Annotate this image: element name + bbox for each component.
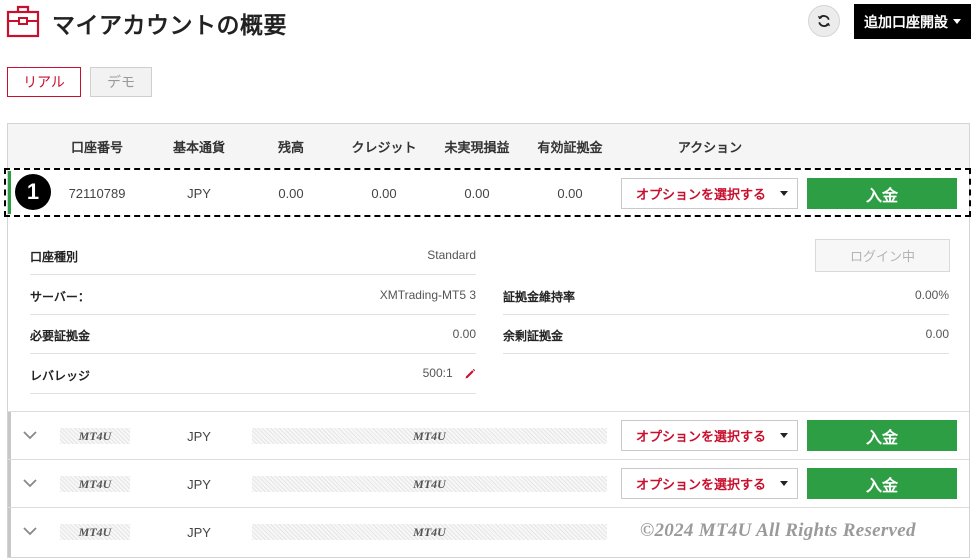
currency: JPY [187,525,211,540]
add-account-label: 追加口座開設 [864,13,948,30]
margin-level-label: 証拠金維持率 [503,290,576,304]
col-credit: クレジット [351,140,417,155]
masked-values: MT4U [252,476,607,492]
leverage-value: 500:1 [422,366,453,380]
col-action: アクション [677,140,743,155]
currency: JPY [187,186,211,201]
currency: JPY [187,477,211,492]
col-equity: 有効証拠金 [537,140,603,155]
page-title: マイアカウントの概要 [52,12,287,38]
divider [30,393,476,394]
col-unrealized-pl: 未実現損益 [444,140,510,155]
caret-down-icon [780,481,788,486]
chevron-down-icon[interactable] [22,427,38,443]
col-account-number: 口座番号 [70,140,124,155]
required-margin-label: 必要証拠金 [30,329,91,343]
caret-down-icon [780,433,788,438]
row-indicator [8,460,11,507]
col-balance: 残高 [277,140,305,155]
caret-down-icon [953,19,961,24]
divider [503,353,949,354]
tab-demo[interactable]: デモ [90,67,152,97]
add-account-button[interactable]: 追加口座開設 [854,4,971,39]
action-select-label: オプションを選択する [636,187,767,202]
divider [30,314,476,315]
caret-down-icon [780,191,788,196]
server-value: XMTrading-MT5 3 [379,288,476,302]
pencil-icon[interactable] [464,368,476,380]
masked-values: MT4U [252,524,607,540]
account-number: 72110789 [68,186,126,201]
chevron-down-icon[interactable] [22,523,38,539]
leverage-label: レバレッジ [30,369,91,383]
masked-account-number: MT4U [60,428,130,444]
deposit-button[interactable]: 入金 [807,420,957,451]
free-margin-label: 余剰証拠金 [503,329,564,343]
row-indicator [8,508,11,557]
credit: 0.00 [371,186,397,201]
balance: 0.00 [278,186,304,201]
masked-account-number: MT4U [60,524,130,540]
divider [30,353,476,354]
account-type-label: 口座種別 [30,250,79,264]
action-select-label: オプションを選択する [636,477,767,492]
divider [503,314,949,315]
step-badge: 1 [15,174,51,210]
briefcase-icon [6,5,40,38]
col-currency: 基本通貨 [172,140,226,155]
tab-real[interactable]: リアル [7,67,81,97]
masked-account-number: MT4U [60,476,130,492]
action-select-label: オプションを選択する [636,429,767,444]
free-margin-value: 0.00 [925,327,949,341]
account-type-value: Standard [427,248,476,262]
unrealized-pl: 0.00 [464,186,490,201]
action-select[interactable]: オプションを選択する [621,178,798,209]
copyright-watermark: ©2024 MT4U All Rights Reserved [640,520,916,541]
currency: JPY [187,429,211,444]
action-select[interactable]: オプションを選択する [621,420,798,451]
refresh-button[interactable] [808,5,840,37]
deposit-button[interactable]: 入金 [807,178,957,209]
leverage-value-group: 500:1 [423,366,476,380]
divider [30,274,476,275]
refresh-icon [817,15,831,27]
masked-values: MT4U [252,428,607,444]
chevron-down-icon[interactable] [22,475,38,491]
deposit-button[interactable]: 入金 [807,468,957,499]
equity: 0.00 [557,186,583,201]
login-status-button[interactable]: ログイン中 [815,239,950,272]
action-select[interactable]: オプションを選択する [621,468,798,499]
server-label: サーバー： [30,290,90,304]
margin-level-value: 0.00% [914,288,949,302]
required-margin-value: 0.00 [452,327,476,341]
row-indicator [8,412,11,459]
